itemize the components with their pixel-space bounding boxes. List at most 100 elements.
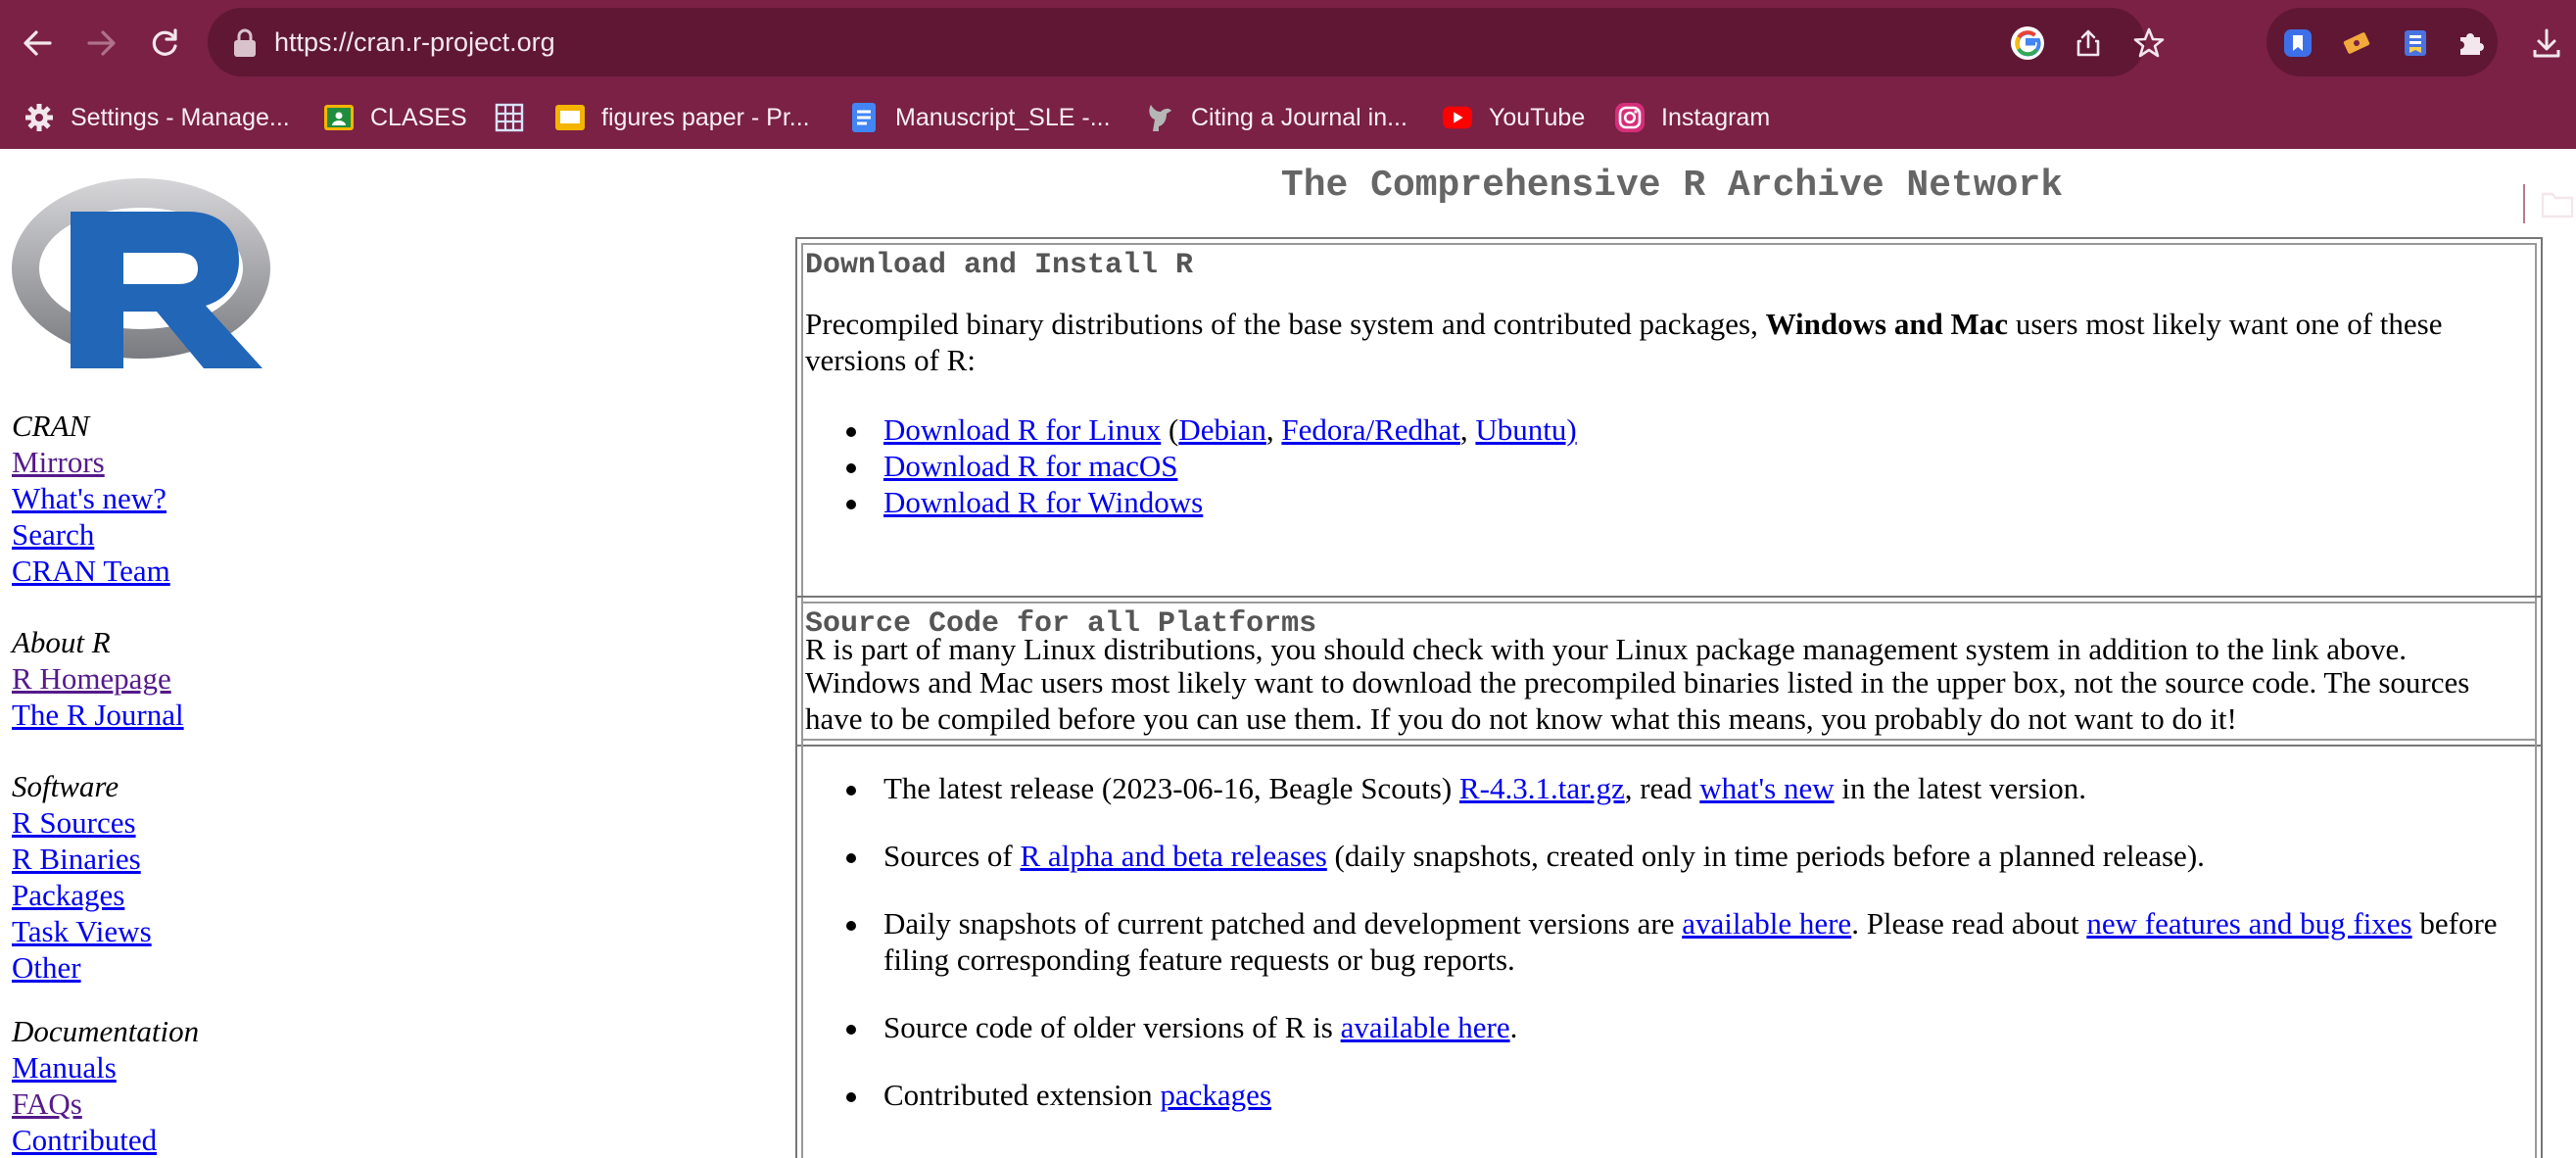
bird-icon: [1149, 105, 1171, 131]
alpha-beta-link[interactable]: R alpha and beta releases: [1020, 839, 1326, 873]
intro-bold: Windows and Mac: [1765, 307, 2009, 341]
sidebar-link-r-journal[interactable]: The R Journal: [12, 697, 184, 733]
intro-text: Precompiled binary distributions of the …: [805, 307, 1766, 341]
r-logo[interactable]: [10, 163, 272, 368]
sidebar-link-task-views[interactable]: Task Views: [12, 913, 152, 949]
bookmark-label: CLASES: [370, 103, 467, 131]
bookmark-manuscript[interactable]: Manuscript_SLE -...: [848, 96, 1111, 139]
bookmark-label: Manuscript_SLE -...: [895, 103, 1111, 131]
bookmark-label: YouTube: [1489, 103, 1586, 131]
sidebar-link-faqs[interactable]: FAQs: [12, 1086, 199, 1122]
sidebar-heading-documentation: Documentation: [12, 1014, 200, 1048]
download-heading: Download and Install R: [805, 249, 1194, 282]
item-text: .: [1509, 1010, 1518, 1044]
list-item: Download R for Linux (Debian, Fedora/Red…: [846, 411, 2511, 448]
extension-reader-button[interactable]: [2394, 22, 2437, 65]
grid-icon: [495, 103, 524, 132]
source-heading: Source Code for all Platforms: [805, 607, 1317, 641]
sidebar-link-r-homepage[interactable]: R Homepage: [12, 660, 184, 697]
list-item: Daily snapshots of current patched and d…: [846, 905, 2511, 978]
extensions-bar: [2266, 8, 2498, 76]
new-features-link[interactable]: new features and bug fixes: [2086, 906, 2411, 941]
sidebar-link-manuals[interactable]: Manuals: [12, 1049, 199, 1086]
sidebar-link-whats-new[interactable]: What's new?: [12, 480, 170, 516]
item-text: The latest release (2023-06-16, Beagle S…: [883, 771, 1459, 805]
download-linux-link[interactable]: Download R for Linux: [883, 412, 1161, 447]
extension-bookmark-button[interactable]: [2276, 22, 2319, 65]
address-bar[interactable]: https://cran.r-project.org: [208, 8, 2165, 76]
page-title: The Comprehensive R Archive Network: [1280, 165, 2064, 207]
packages-link[interactable]: packages: [1160, 1078, 1271, 1112]
sidebar-link-search[interactable]: Search: [12, 516, 170, 553]
bookmark-instagram[interactable]: Instagram: [1614, 96, 1770, 139]
bookmark-label: Settings - Manage...: [71, 103, 290, 131]
download-links-list: Download R for Linux (Debian, Fedora/Red…: [846, 411, 2511, 520]
bookmark-label: figures paper - Pr...: [601, 103, 810, 131]
bookmark-settings[interactable]: Settings - Manage...: [24, 96, 290, 139]
download-windows-link[interactable]: Download R for Windows: [883, 485, 1203, 519]
lock-icon: [234, 28, 256, 57]
reload-button[interactable]: [137, 16, 192, 71]
bookmarks-bar: Settings - Manage... CLASES figures pape…: [0, 86, 2576, 223]
share-icon: [2076, 29, 2100, 57]
snapshots-available-link[interactable]: available here: [1682, 906, 1851, 941]
extension-ticket-button[interactable]: [2335, 22, 2378, 65]
docs-icon: [852, 103, 876, 132]
ubuntu-link[interactable]: Ubuntu): [1475, 412, 1576, 447]
r-tarball-link[interactable]: R-4.3.1.tar.gz: [1459, 771, 1625, 805]
puzzle-icon: [2460, 33, 2484, 55]
sidebar-group-software: Software R Sources R Binaries Packages T…: [12, 768, 152, 986]
bookmark-youtube[interactable]: YouTube: [1442, 96, 1585, 139]
list-item: Sources of R alpha and beta releases (da…: [846, 838, 2511, 874]
bookmark-clases[interactable]: CLASES: [323, 96, 467, 139]
item-text: Contributed extension: [883, 1078, 1161, 1112]
forward-button[interactable]: [74, 16, 129, 71]
url-text[interactable]: https://cran.r-project.org: [274, 8, 555, 76]
bookmark-sheets[interactable]: [494, 96, 541, 139]
sidebar-heading-cran: CRAN: [12, 409, 90, 443]
sidebar-heading-about: About R: [12, 625, 111, 659]
list-item: Download R for Windows: [846, 484, 2511, 520]
item-text: , read: [1624, 771, 1700, 805]
arrow-right-icon: [87, 30, 116, 56]
whats-new-link[interactable]: what's new: [1699, 771, 1834, 805]
list-item: Contributed extension packages: [846, 1077, 2511, 1113]
sidebar-link-r-sources[interactable]: R Sources: [12, 804, 152, 841]
sidebar-link-cran-team[interactable]: CRAN Team: [12, 553, 170, 589]
bookmark-star-button[interactable]: [2127, 22, 2171, 65]
instagram-icon: [1615, 103, 1645, 132]
sidebar-link-mirrors[interactable]: Mirrors: [12, 444, 170, 480]
extensions-menu-button[interactable]: [2449, 22, 2492, 65]
source-code-box: Source Code for all Platforms Windows an…: [795, 596, 2543, 1158]
sidebar-link-r-binaries[interactable]: R Binaries: [12, 841, 152, 877]
star-icon: [2133, 27, 2165, 58]
browser-toolbar: https://cran.r-project.org: [0, 0, 2576, 86]
downloads-button[interactable]: [2519, 16, 2574, 71]
older-versions-link[interactable]: available here: [1341, 1010, 1510, 1044]
sidebar-heading-software: Software: [12, 769, 119, 803]
fedora-link[interactable]: Fedora/Redhat: [1281, 412, 1460, 447]
download-intro: Precompiled binary distributions of the …: [805, 306, 2529, 378]
sidebar-link-other[interactable]: Other: [12, 949, 152, 986]
classroom-icon: [324, 105, 354, 130]
item-text: in the latest version.: [1834, 771, 2087, 805]
sidebar-group-documentation: Documentation Manuals FAQs Contributed: [12, 1013, 199, 1158]
gear-icon: [25, 104, 53, 131]
sidebar-link-contributed[interactable]: Contributed: [12, 1122, 199, 1158]
list-item: The latest release (2023-06-16, Beagle S…: [846, 770, 2511, 806]
bookmark-figures-paper[interactable]: figures paper - Pr...: [554, 96, 810, 139]
list-item: Download R for macOS: [846, 448, 2511, 484]
ticket-extension-icon: [2343, 32, 2370, 54]
google-icon: [2011, 26, 2044, 60]
source-intro: Windows and Mac users most likely want t…: [805, 665, 2470, 736]
back-button[interactable]: [10, 16, 65, 71]
debian-link[interactable]: Debian: [1178, 412, 1266, 447]
sidebar-group-about: About R R Homepage The R Journal: [12, 624, 184, 733]
reload-icon: [152, 28, 177, 56]
sidebar-link-packages[interactable]: Packages: [12, 877, 152, 913]
bookmark-citing-journal[interactable]: Citing a Journal in...: [1144, 96, 1407, 139]
share-button[interactable]: [2067, 22, 2110, 65]
download-macos-link[interactable]: Download R for macOS: [883, 449, 1177, 483]
google-lens-button[interactable]: [2006, 22, 2049, 65]
item-text: Source code of older versions of R is: [883, 1010, 1341, 1044]
